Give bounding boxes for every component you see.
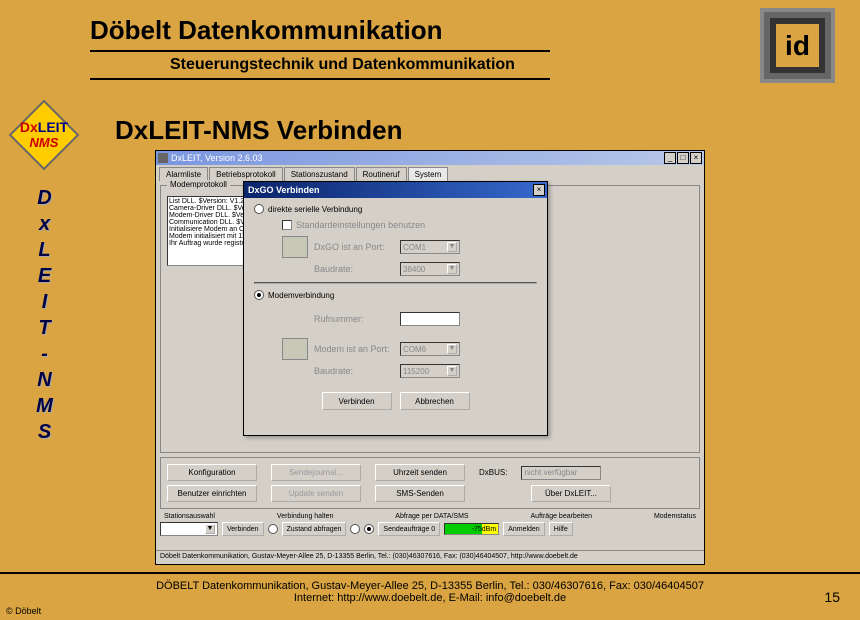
window-title: DxLEIT, Version 2.6.03 (171, 153, 663, 163)
status-controls-row: ▼ Verbinden Zustand abfragen Sendeaufträ… (156, 520, 704, 538)
logo-text: id (770, 18, 825, 73)
sendeauftraege-button[interactable]: Sendeaufträge 0 (378, 522, 440, 536)
poll-radio-2[interactable] (364, 524, 374, 534)
tab-bar: Alarmliste Betriebsprotokoll Stationszus… (156, 165, 704, 181)
header-title: Döbelt Datenkommunikation (90, 15, 550, 52)
sidebar-letters: D x L E I T - N M S (2, 185, 87, 445)
dialog-connect-button[interactable]: Verbinden (322, 392, 392, 410)
hilfe-button[interactable]: Hilfe (549, 522, 573, 536)
app-icon (158, 153, 168, 163)
verbinden-button[interactable]: Verbinden (222, 522, 264, 536)
dialog-titlebar[interactable]: DxGO Verbinden × (244, 182, 547, 198)
modem-baud-combo[interactable]: 115200▼ (400, 364, 460, 378)
maximize-button[interactable]: □ (677, 152, 689, 164)
checkbox-default-settings (282, 220, 292, 230)
header-subtitle: Steuerungstechnik und Datenkommunikation (90, 56, 550, 80)
slide-footer: DÖBELT Datenkommunikation, Gustav-Meyer-… (0, 572, 860, 620)
config-button[interactable]: Konfiguration (167, 464, 257, 481)
users-button[interactable]: Benutzer einrichten (167, 485, 257, 502)
footer-line2: Internet: http://www.doebelt.de, E-Mail:… (0, 592, 860, 604)
anmelden-button[interactable]: Anmelden (503, 522, 545, 536)
tab-alarmliste[interactable]: Alarmliste (159, 167, 208, 181)
tab-betriebsprotokoll[interactable]: Betriebsprotokoll (209, 167, 283, 181)
dxgo-verbinden-dialog: DxGO Verbinden × direkte serielle Verbin… (243, 181, 548, 436)
sms-button[interactable]: SMS-Senden (375, 485, 465, 502)
serial-icon (282, 236, 308, 258)
radio-modem[interactable]: Modemverbindung (254, 290, 537, 300)
connhalt-radio[interactable] (268, 524, 278, 534)
footer-line1: DÖBELT Datenkommunikation, Gustav-Meyer-… (0, 580, 860, 592)
window-statusbar: Döbelt Datenkommunikation, Gustav-Meyer-… (156, 550, 704, 564)
poll-radio-1[interactable] (350, 524, 360, 534)
close-button[interactable]: × (690, 152, 702, 164)
sidebar: DxLEIT NMS D x L E I T - N M S (2, 105, 87, 445)
update-button[interactable]: Update senden (271, 485, 361, 502)
about-button[interactable]: Über DxLEIT... (531, 485, 611, 502)
company-logo: id (760, 8, 835, 83)
tab-system[interactable]: System (408, 167, 449, 181)
tab-routineruf[interactable]: Routineruf (356, 167, 407, 181)
minimize-button[interactable]: _ (664, 152, 676, 164)
station-combo[interactable]: ▼ (160, 522, 218, 536)
dialog-close-button[interactable]: × (533, 184, 545, 196)
dxbus-status: nicht verfügbar (521, 466, 601, 480)
copyright: © Döbelt (6, 606, 41, 616)
modem-port-combo[interactable]: COM6▼ (400, 342, 460, 356)
page-title: DxLEIT-NMS Verbinden (115, 115, 403, 146)
window-titlebar[interactable]: DxLEIT, Version 2.6.03 _ □ × (156, 151, 704, 165)
zustand-button[interactable]: Zustand abfragen (282, 522, 347, 536)
phone-number-input[interactable] (400, 312, 460, 326)
app-window: DxLEIT, Version 2.6.03 _ □ × Alarmliste … (155, 150, 705, 565)
dxleit-logo: DxLEIT NMS (6, 105, 82, 165)
modem-icon (282, 338, 308, 360)
sendtime-button[interactable]: Uhrzeit senden (375, 464, 465, 481)
dialog-cancel-button[interactable]: Abbrechen (400, 392, 470, 410)
status-labels-row: Stationsauswahl Verbindung halten Abfrag… (156, 513, 704, 520)
direct-port-combo: COM1▼ (400, 240, 460, 254)
command-buttons-group: Konfiguration Sendejournal... Uhrzeit se… (160, 457, 700, 509)
slide-header: Döbelt Datenkommunikation Steuerungstech… (0, 0, 860, 85)
page-number: 15 (824, 589, 840, 605)
modem-signal-status: -75dBm (444, 523, 499, 535)
tab-stationszustand[interactable]: Stationszustand (284, 167, 355, 181)
radio-direct-serial[interactable]: direkte serielle Verbindung (254, 204, 537, 214)
direct-baud-combo: 38400▼ (400, 262, 460, 276)
sendjournal-button[interactable]: Sendejournal... (271, 464, 361, 481)
